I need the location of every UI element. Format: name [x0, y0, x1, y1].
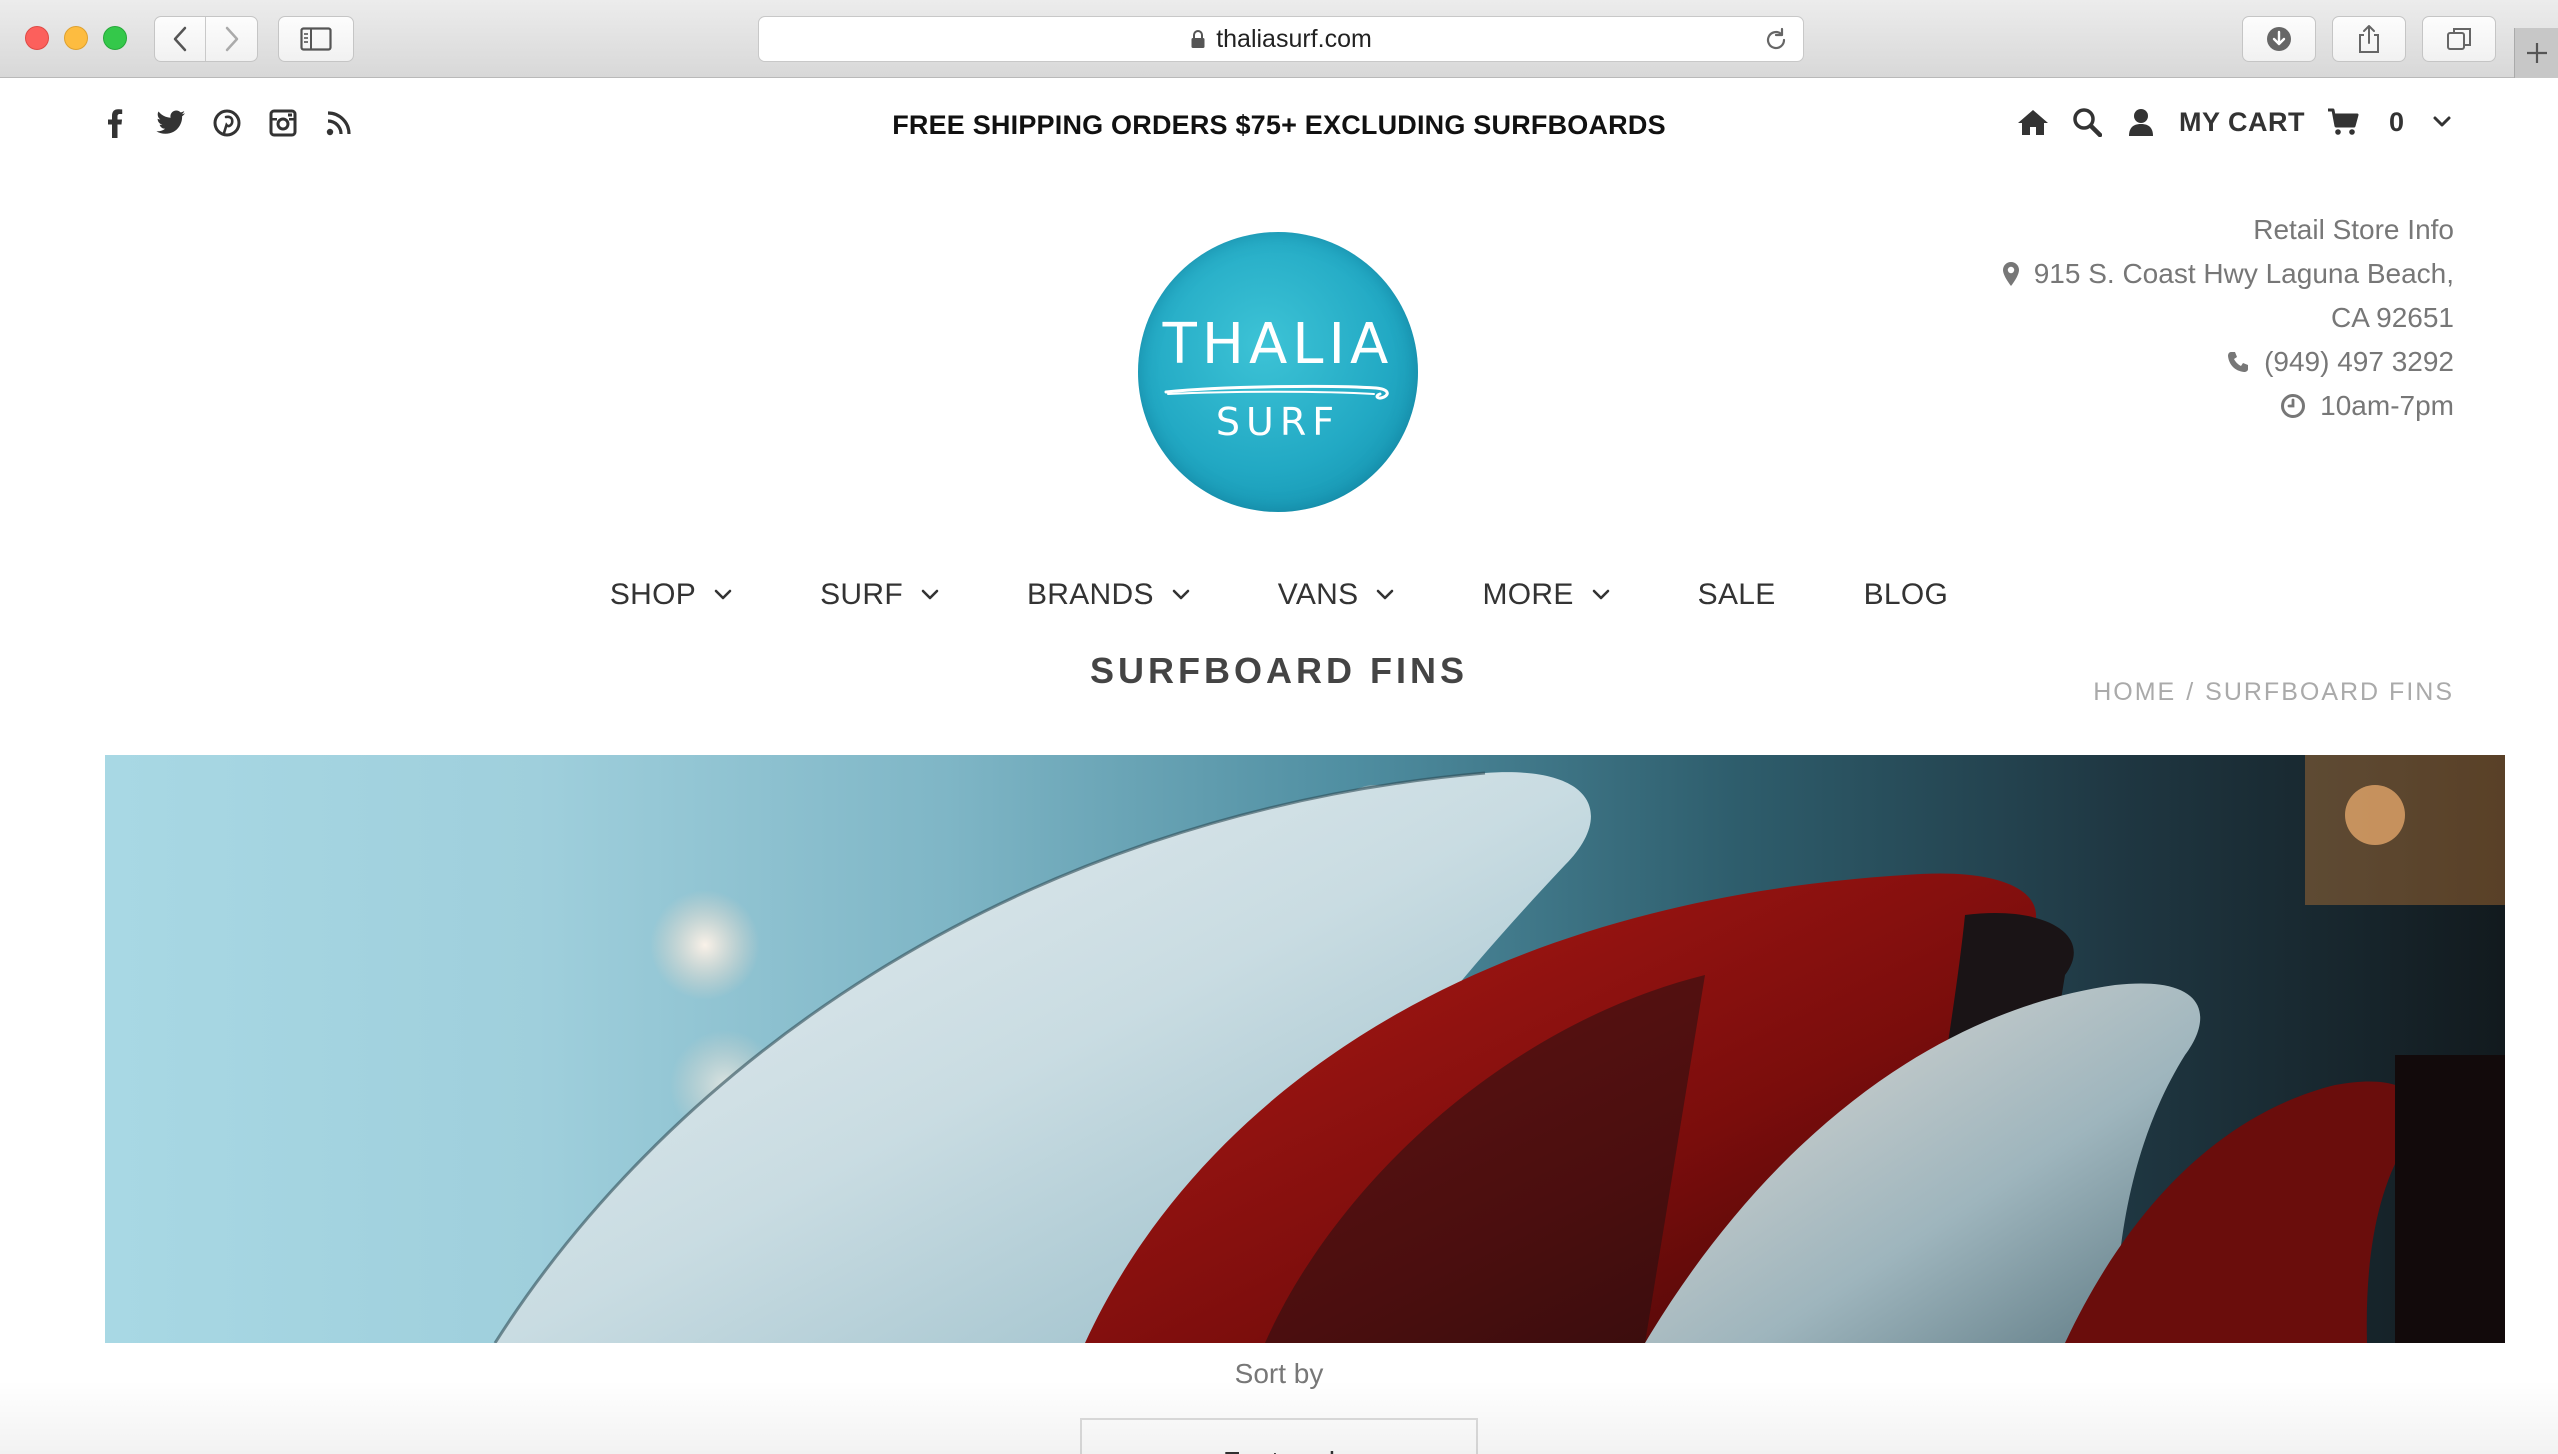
tab-overview-button[interactable]	[2422, 16, 2496, 62]
breadcrumb-separator: /	[2186, 678, 2196, 706]
nav-sale[interactable]: SALE	[1698, 578, 1776, 612]
url-text: thaliasurf.com	[1216, 24, 1372, 53]
reload-button[interactable]	[1763, 27, 1789, 58]
forward-arrow-icon	[225, 26, 238, 52]
store-info-heading: Retail Store Info	[2253, 214, 2454, 245]
collection-banner-image	[105, 755, 2505, 1343]
reload-icon	[1766, 27, 1786, 50]
page: thaliasurf.com FREE SHIPPING ORDERS $75+…	[0, 0, 2558, 1454]
header-tools: MY CART 0	[2017, 106, 2458, 138]
nav-more[interactable]: MORE	[1482, 578, 1609, 612]
nav-label: MORE	[1482, 578, 1574, 611]
nav-label: SHOP	[609, 578, 697, 611]
nav-surf[interactable]: SURF	[820, 578, 939, 612]
lock-icon	[1191, 30, 1205, 48]
share-button[interactable]	[2332, 16, 2406, 62]
nav-label: BRANDS	[1026, 578, 1154, 611]
store-phone-number[interactable]: (949) 497 3292	[2264, 340, 2454, 384]
window-close-button[interactable]	[25, 26, 49, 50]
sidebar-toggle-button[interactable]	[278, 16, 354, 62]
map-pin-icon	[2002, 262, 2019, 286]
window-maximize-button[interactable]	[103, 26, 127, 50]
cart-count: 0	[2388, 106, 2404, 137]
breadcrumb: HOME / SURFBOARD FINS	[2093, 678, 2454, 707]
my-cart-link[interactable]: MY CART	[2179, 107, 2305, 138]
nav-label: VANS	[1277, 578, 1359, 611]
chevron-down-icon	[1377, 589, 1394, 600]
chevron-down-icon[interactable]	[2426, 106, 2458, 138]
site-topbar: FREE SHIPPING ORDERS $75+ EXCLUDING SURF…	[0, 78, 2558, 173]
retail-store-info: Retail Store Info 915 S. Coast Hwy Lagun…	[2002, 208, 2454, 428]
nav-shop[interactable]: SHOP	[610, 578, 732, 612]
nav-label: BLOG	[1863, 578, 1949, 611]
store-hours-text: 10am-7pm	[2320, 390, 2454, 421]
logo-subtitle: SURF	[1215, 400, 1341, 444]
sort-select[interactable]: Featured	[1080, 1418, 1478, 1454]
download-icon	[2267, 27, 2291, 51]
cart-icon[interactable]	[2327, 106, 2359, 138]
forward-button[interactable]	[206, 17, 257, 61]
sidebar-icon	[300, 27, 332, 51]
share-icon	[2359, 25, 2379, 53]
store-address-line1: 915 S. Coast Hwy Laguna Beach,	[2033, 258, 2454, 289]
nav-blog[interactable]: BLOG	[1864, 578, 1949, 612]
sort-by-label: Sort by	[1234, 1358, 1324, 1389]
new-tab-button[interactable]	[2514, 28, 2558, 78]
back-button[interactable]	[155, 17, 207, 61]
breadcrumb-home[interactable]: HOME	[2093, 678, 2176, 707]
store-phone: (949) 497 3292	[2002, 340, 2454, 384]
main-navigation: SHOP SURF BRANDS VANS MORE SALE BLOG	[0, 578, 2558, 612]
chevron-down-icon	[1172, 589, 1190, 600]
history-nav	[154, 16, 258, 62]
store-address-line2: CA 92651	[2331, 302, 2454, 333]
back-arrow-icon	[173, 26, 187, 52]
site-logo[interactable]: THALIA SURF	[1138, 232, 1418, 512]
nav-vans[interactable]: VANS	[1278, 578, 1395, 612]
tabs-icon	[2447, 28, 2471, 50]
browser-toolbar: thaliasurf.com	[0, 0, 2558, 78]
account-icon[interactable]	[2125, 106, 2157, 138]
nav-brands[interactable]: BRANDS	[1027, 578, 1190, 612]
store-hours: 10am-7pm	[2002, 384, 2454, 428]
address-bar[interactable]: thaliasurf.com	[758, 16, 1804, 62]
plus-icon	[2526, 43, 2547, 63]
nav-label: SALE	[1697, 578, 1776, 611]
clock-icon	[2281, 394, 2306, 418]
search-icon[interactable]	[2071, 106, 2103, 138]
nav-label: SURF	[820, 578, 903, 611]
breadcrumb-current: SURFBOARD FINS	[2205, 678, 2454, 706]
downloads-button[interactable]	[2242, 16, 2316, 62]
chevron-down-icon	[921, 589, 939, 600]
home-icon[interactable]	[2017, 106, 2049, 138]
window-minimize-button[interactable]	[64, 26, 88, 50]
store-address: 915 S. Coast Hwy Laguna Beach,	[2002, 252, 2454, 296]
phone-icon	[2228, 352, 2249, 372]
chevron-down-icon	[714, 589, 732, 600]
chevron-down-icon	[1592, 589, 1609, 600]
logo-title: THALIA	[1162, 312, 1394, 377]
